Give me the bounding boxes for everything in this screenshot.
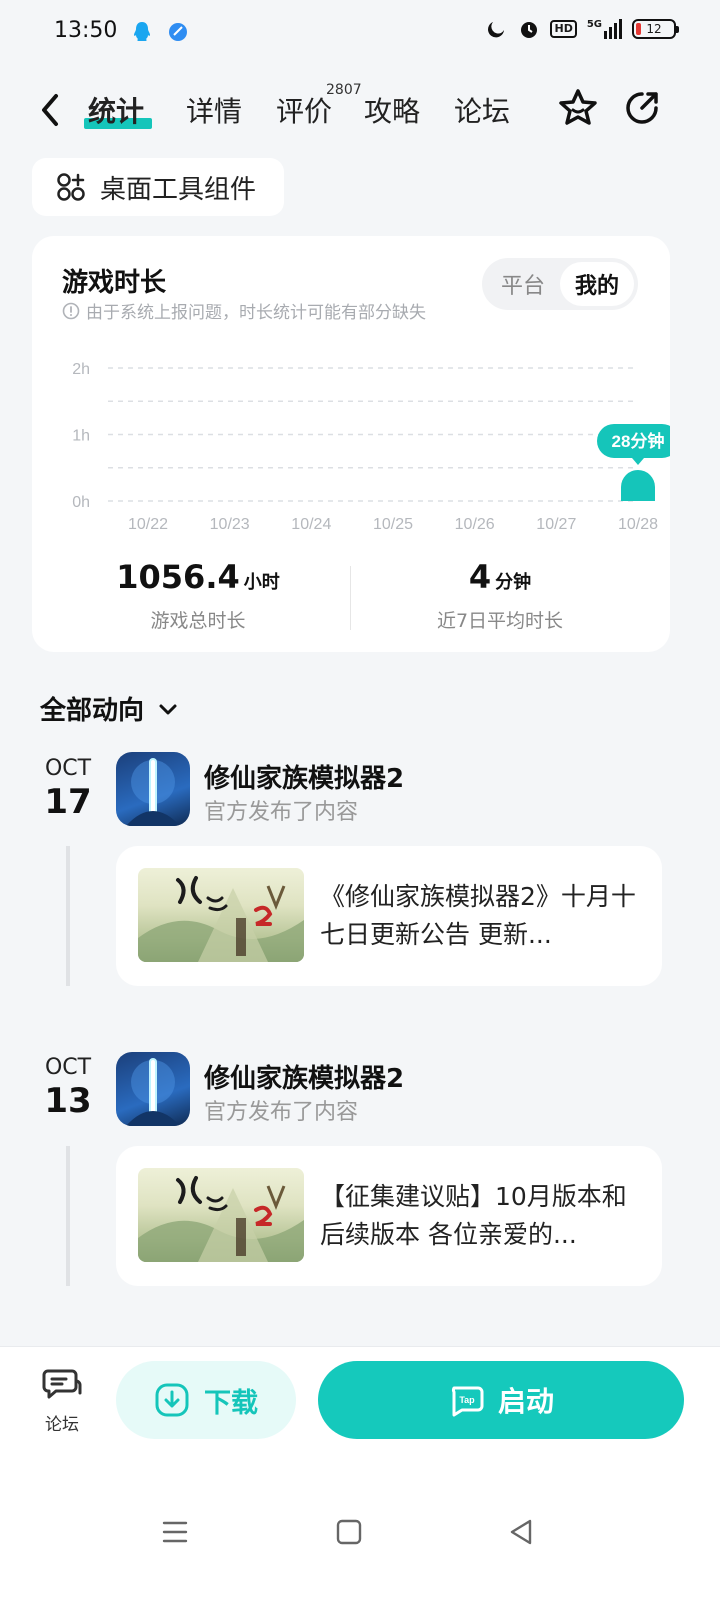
x-tick-label: 10/23: [210, 516, 250, 533]
avg-playtime-unit: 分钟: [495, 572, 532, 593]
x-tick-label: 10/28: [618, 516, 658, 533]
x-tick-label: 10/25: [373, 516, 413, 533]
widget-button-label: 桌面工具组件: [100, 174, 257, 205]
review-count-badge: 2807: [326, 82, 362, 98]
playtime-chart: 0h 1h 2h 10/22 10/23 10/24 10/25 10/26 10/27 10/2…: [72, 361, 670, 533]
total-playtime-unit: 小时: [243, 572, 280, 593]
data-note: 由于系统上报问题，时长统计可能有部分缺失: [62, 298, 426, 323]
info-icon: [62, 302, 80, 319]
chat-bubbles-icon: [42, 1369, 82, 1399]
y-tick-label: 1h: [72, 428, 90, 445]
post-card[interactable]: 《修仙家族模拟器2》十月十七日更新公告 更新...: [116, 846, 662, 986]
activity-filter-dropdown[interactable]: 全部动向: [40, 690, 180, 727]
data-note-text: 由于系统上报问题，时长统计可能有部分缺失: [86, 303, 426, 323]
feed-date-day: 17: [44, 782, 92, 822]
timeline-line: [66, 1146, 70, 1286]
y-tick-label: 2h: [72, 361, 90, 378]
tab-forum[interactable]: 论坛: [454, 90, 510, 130]
battery-indicator: 12: [632, 19, 679, 39]
home-nav-button[interactable]: [334, 1517, 364, 1547]
feed-game-title[interactable]: 修仙家族模拟器2: [204, 758, 404, 795]
battery-level: 12: [646, 22, 662, 36]
post-card[interactable]: 【征集建议贴】10月版本和后续版本 各位亲爱的...: [116, 1146, 662, 1286]
qq-penguin-icon: [130, 20, 154, 44]
tab-stats[interactable]: 统计: [88, 90, 144, 130]
tab-reviews[interactable]: 评价: [276, 90, 332, 130]
y-tick-label: 0h: [72, 494, 90, 511]
feed-action-text: 官方发布了内容: [204, 1100, 359, 1125]
post-thumbnail-art: [138, 1176, 304, 1262]
alarm-icon: [518, 18, 540, 40]
avg-playtime-stat: 4 分钟 近7日平均时长: [350, 558, 650, 633]
feed-game-title[interactable]: 修仙家族模拟器2: [204, 1058, 404, 1095]
triangle-back-icon: [510, 1519, 532, 1545]
post-thumbnail-art: [138, 876, 304, 962]
bar-value-label: 28分钟: [612, 431, 665, 451]
x-tick-label: 10/22: [128, 516, 168, 533]
back-nav-button[interactable]: [506, 1517, 536, 1547]
bar-callout-pointer: [632, 457, 644, 465]
svg-text:Tap: Tap: [459, 1395, 475, 1405]
chart-bar: [621, 469, 655, 501]
launch-label: 启动: [497, 1385, 554, 1418]
hd-badge: HD: [550, 20, 577, 38]
menu-nav-button[interactable]: [160, 1517, 190, 1547]
chevron-down-icon: [159, 704, 177, 714]
feed-action-text: 官方发布了内容: [204, 800, 359, 825]
card-title: 游戏时长: [62, 268, 167, 298]
chevron-left-icon: [42, 94, 58, 126]
share-button[interactable]: [620, 86, 664, 130]
post-thumbnail: [138, 1168, 304, 1262]
forum-shortcut[interactable]: 论坛: [40, 1367, 84, 1435]
square-home-icon: [336, 1519, 362, 1545]
download-icon: [155, 1383, 189, 1417]
back-button[interactable]: [36, 90, 66, 130]
moon-icon: [486, 18, 508, 40]
feed-date-month: OCT: [44, 756, 92, 781]
launch-button[interactable]: Tap 启动: [318, 1361, 684, 1439]
toggle-platform[interactable]: 平台: [486, 262, 560, 306]
feed-date-month: OCT: [44, 1055, 92, 1080]
game-avatar[interactable]: [116, 752, 190, 826]
play-time-card: 游戏时长 由于系统上报问题，时长统计可能有部分缺失 平台 我的 0h 1h 2h 10…: [32, 236, 670, 652]
game-character-icon: [126, 758, 180, 826]
status-icons: HD 5G 12: [486, 18, 679, 40]
post-excerpt: 《修仙家族模拟器2》十月十七日更新公告 更新...: [320, 882, 636, 949]
scope-toggle[interactable]: 平台 我的: [482, 258, 638, 310]
total-playtime-label: 游戏总时长: [150, 610, 246, 632]
hamburger-icon: [162, 1521, 188, 1543]
widgets-icon: [57, 173, 85, 201]
network-label: 5G: [586, 19, 602, 30]
download-button[interactable]: 下载: [116, 1361, 296, 1439]
desktop-widget-button[interactable]: 桌面工具组件: [32, 158, 284, 216]
x-tick-label: 10/26: [455, 516, 495, 533]
status-time: 13:50: [54, 18, 118, 43]
timeline-line: [66, 846, 70, 986]
feed-date-day: 13: [44, 1081, 92, 1121]
total-playtime-stat: 1056.4 小时 游戏总时长: [48, 558, 348, 633]
total-playtime-value: 1056.4: [116, 558, 240, 596]
share-icon: [626, 92, 658, 124]
tab-guides[interactable]: 攻略: [364, 90, 420, 130]
game-character-icon: [126, 1058, 180, 1126]
avg-playtime-value: 4: [468, 558, 492, 596]
game-avatar[interactable]: [116, 1052, 190, 1126]
taptap-logo-icon: Tap: [451, 1386, 484, 1417]
app-notification-icon: [166, 20, 190, 44]
post-thumbnail: [138, 868, 304, 962]
x-tick-label: 10/27: [536, 516, 576, 533]
signal-icon: 5G: [587, 19, 622, 39]
forum-shortcut-label: 论坛: [45, 1415, 79, 1435]
activity-filter-label: 全部动向: [40, 696, 145, 726]
bottom-action-bar: 论坛 下载 Tap 启动: [0, 1346, 720, 1612]
tab-details[interactable]: 详情: [186, 90, 242, 130]
post-excerpt: 【征集建议贴】10月版本和后续版本 各位亲爱的...: [320, 1182, 627, 1249]
toggle-mine[interactable]: 我的: [560, 262, 634, 306]
download-label: 下载: [204, 1387, 258, 1419]
favorite-star-button[interactable]: [556, 86, 600, 130]
x-tick-label: 10/24: [291, 516, 331, 533]
avg-playtime-label: 近7日平均时长: [436, 610, 564, 632]
star-icon: [559, 89, 597, 125]
